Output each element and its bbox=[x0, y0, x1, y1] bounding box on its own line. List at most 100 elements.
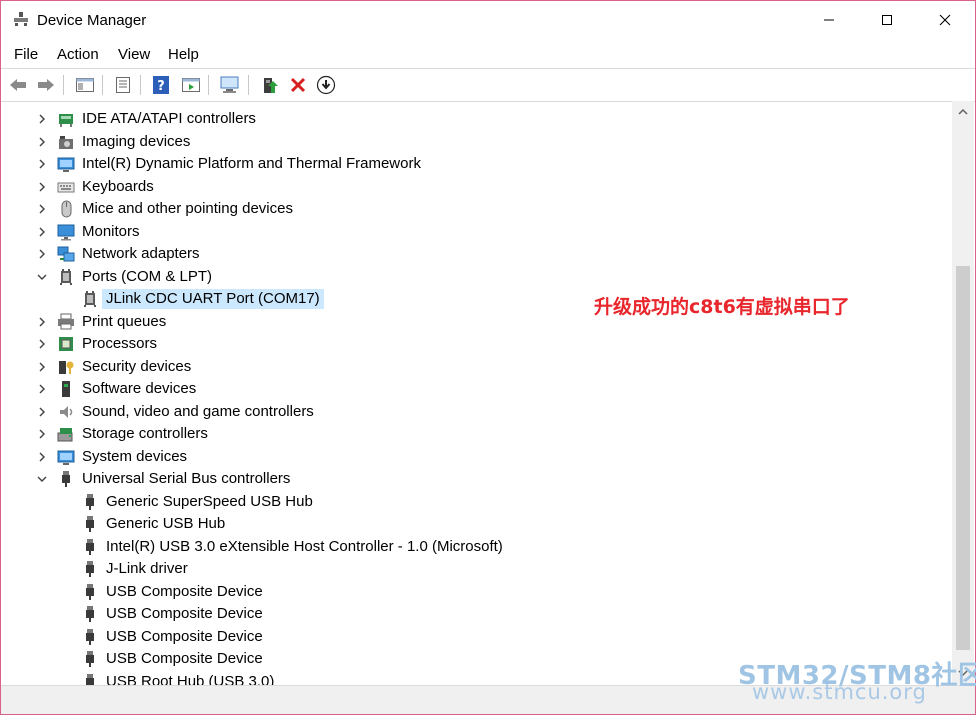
back-icon bbox=[10, 79, 26, 91]
chevron-down-icon[interactable] bbox=[35, 472, 49, 486]
download-button[interactable] bbox=[315, 74, 337, 96]
chevron-right-icon[interactable] bbox=[35, 180, 49, 194]
menu-help[interactable]: Help bbox=[168, 46, 199, 63]
help-icon: ? bbox=[153, 76, 169, 94]
tree-category[interactable]: Monitors bbox=[1, 221, 952, 243]
menu-view[interactable]: View bbox=[118, 46, 150, 63]
chevron-right-icon[interactable] bbox=[35, 360, 49, 374]
update-driver-icon bbox=[264, 78, 278, 93]
chevron-right-icon[interactable] bbox=[35, 337, 49, 351]
chevron-right-icon[interactable] bbox=[35, 405, 49, 419]
tree-device[interactable]: USB Composite Device bbox=[1, 581, 952, 603]
chevron-right-icon[interactable] bbox=[35, 225, 49, 239]
show-hide-console-tree-button[interactable] bbox=[74, 74, 96, 96]
minimize-button[interactable] bbox=[801, 1, 857, 39]
menu-file[interactable]: File bbox=[14, 46, 38, 63]
tree-item-label: Universal Serial Bus controllers bbox=[82, 470, 291, 487]
chevron-right-icon[interactable] bbox=[35, 427, 49, 441]
tree-item-label: Print queues bbox=[82, 312, 167, 330]
forward-icon bbox=[38, 79, 54, 91]
usb-icon bbox=[86, 583, 94, 600]
tree-category[interactable]: Intel(R) Dynamic Platform and Thermal Fr… bbox=[1, 153, 952, 175]
forward-button[interactable] bbox=[35, 74, 57, 96]
tree-category[interactable]: Keyboards bbox=[1, 176, 952, 198]
usb-icon bbox=[86, 561, 94, 577]
tree-device[interactable]: USB Composite Device bbox=[1, 626, 952, 648]
tree-item-label: JLink CDC UART Port (COM17) bbox=[102, 289, 324, 309]
tree-item-label: Generic USB Hub bbox=[106, 515, 226, 532]
help-button[interactable]: ? bbox=[150, 74, 172, 96]
tree-category[interactable]: Universal Serial Bus controllers bbox=[1, 468, 952, 490]
port-icon bbox=[60, 268, 72, 285]
tree-category[interactable]: Ports (COM & LPT) bbox=[1, 266, 952, 288]
back-button[interactable] bbox=[7, 74, 29, 96]
scroll-up-icon[interactable] bbox=[958, 107, 968, 117]
tree-device[interactable]: Intel(R) USB 3.0 eXtensible Host Control… bbox=[1, 536, 952, 558]
tree-category[interactable]: Mice and other pointing devices bbox=[1, 198, 952, 220]
tree-item-label: IDE ATA/ATAPI controllers bbox=[82, 110, 256, 127]
computer-icon bbox=[57, 157, 75, 172]
tree-category[interactable]: Imaging devices bbox=[1, 131, 952, 153]
chevron-right-icon[interactable] bbox=[35, 157, 49, 171]
tree-item-label: USB Composite Device bbox=[106, 650, 263, 667]
close-icon bbox=[939, 14, 951, 26]
tree-item-label: Keyboards bbox=[82, 177, 154, 195]
usb-icon bbox=[86, 651, 94, 667]
security-key-icon bbox=[59, 360, 74, 374]
ide-controller-icon bbox=[59, 114, 73, 127]
tree-item-label: USB Composite Device bbox=[106, 627, 263, 645]
uninstall-button[interactable] bbox=[287, 74, 309, 96]
computer-icon bbox=[57, 450, 75, 465]
tree-device[interactable]: J-Link driver bbox=[1, 558, 952, 580]
tree-item-label: Network adapters bbox=[82, 245, 200, 262]
tree-device[interactable]: Generic USB Hub bbox=[1, 513, 952, 535]
usb-icon bbox=[62, 471, 70, 487]
device-manager-icon bbox=[14, 12, 28, 26]
tree-item-label: Storage controllers bbox=[82, 425, 208, 442]
tree-category[interactable]: Software devices bbox=[1, 378, 952, 400]
processor-icon bbox=[59, 337, 73, 351]
scan-hardware-button[interactable] bbox=[219, 74, 241, 96]
keyboard-icon bbox=[57, 182, 75, 192]
printer-icon bbox=[58, 313, 74, 329]
chevron-right-icon[interactable] bbox=[35, 135, 49, 149]
chevron-right-icon[interactable] bbox=[35, 315, 49, 329]
tree-category[interactable]: Security devices bbox=[1, 356, 952, 378]
port-icon bbox=[84, 291, 96, 307]
scrollbar-thumb[interactable] bbox=[956, 266, 970, 650]
menu-action[interactable]: Action bbox=[57, 46, 99, 63]
annotation-text: 升级成功的c8t6有虚拟串口了 bbox=[594, 296, 850, 318]
tree-category[interactable]: System devices bbox=[1, 446, 952, 468]
tree-item-label: Intel(R) USB 3.0 eXtensible Host Control… bbox=[106, 537, 503, 555]
uninstall-icon bbox=[290, 77, 306, 93]
update-driver-button[interactable] bbox=[259, 74, 281, 96]
mouse-icon bbox=[61, 200, 72, 218]
camera-icon bbox=[59, 135, 73, 149]
chevron-right-icon[interactable] bbox=[35, 202, 49, 216]
tree-device[interactable]: USB Composite Device bbox=[1, 603, 952, 625]
device-manager-window: Device Manager File Action View Help ? I… bbox=[0, 0, 976, 715]
chevron-down-icon[interactable] bbox=[35, 270, 49, 284]
device-tree[interactable]: IDE ATA/ATAPI controllers Imaging devices… bbox=[1, 101, 952, 685]
tree-device[interactable]: Generic SuperSpeed USB Hub bbox=[1, 491, 952, 513]
tree-item-label: Mice and other pointing devices bbox=[82, 200, 293, 217]
tree-item-label: Sound, video and game controllers bbox=[82, 402, 314, 420]
close-button[interactable] bbox=[917, 1, 973, 39]
title-bar[interactable]: Device Manager bbox=[1, 1, 975, 39]
tree-category[interactable]: Storage controllers bbox=[1, 423, 952, 445]
tree-category[interactable]: Processors bbox=[1, 333, 952, 355]
usb-icon bbox=[86, 493, 94, 510]
chevron-right-icon[interactable] bbox=[35, 382, 49, 396]
minimize-icon bbox=[824, 19, 834, 21]
chevron-right-icon[interactable] bbox=[35, 450, 49, 464]
maximize-button[interactable] bbox=[859, 1, 915, 39]
chevron-right-icon[interactable] bbox=[35, 247, 49, 261]
tree-category[interactable]: IDE ATA/ATAPI controllers bbox=[1, 108, 952, 130]
tree-item-label: J-Link driver bbox=[106, 560, 188, 577]
tree-category[interactable]: Network adapters bbox=[1, 243, 952, 265]
list-button[interactable] bbox=[112, 74, 134, 96]
chevron-right-icon[interactable] bbox=[35, 112, 49, 126]
run-button[interactable] bbox=[180, 74, 202, 96]
tree-category[interactable]: Sound, video and game controllers bbox=[1, 401, 952, 423]
network-icon bbox=[57, 246, 75, 262]
